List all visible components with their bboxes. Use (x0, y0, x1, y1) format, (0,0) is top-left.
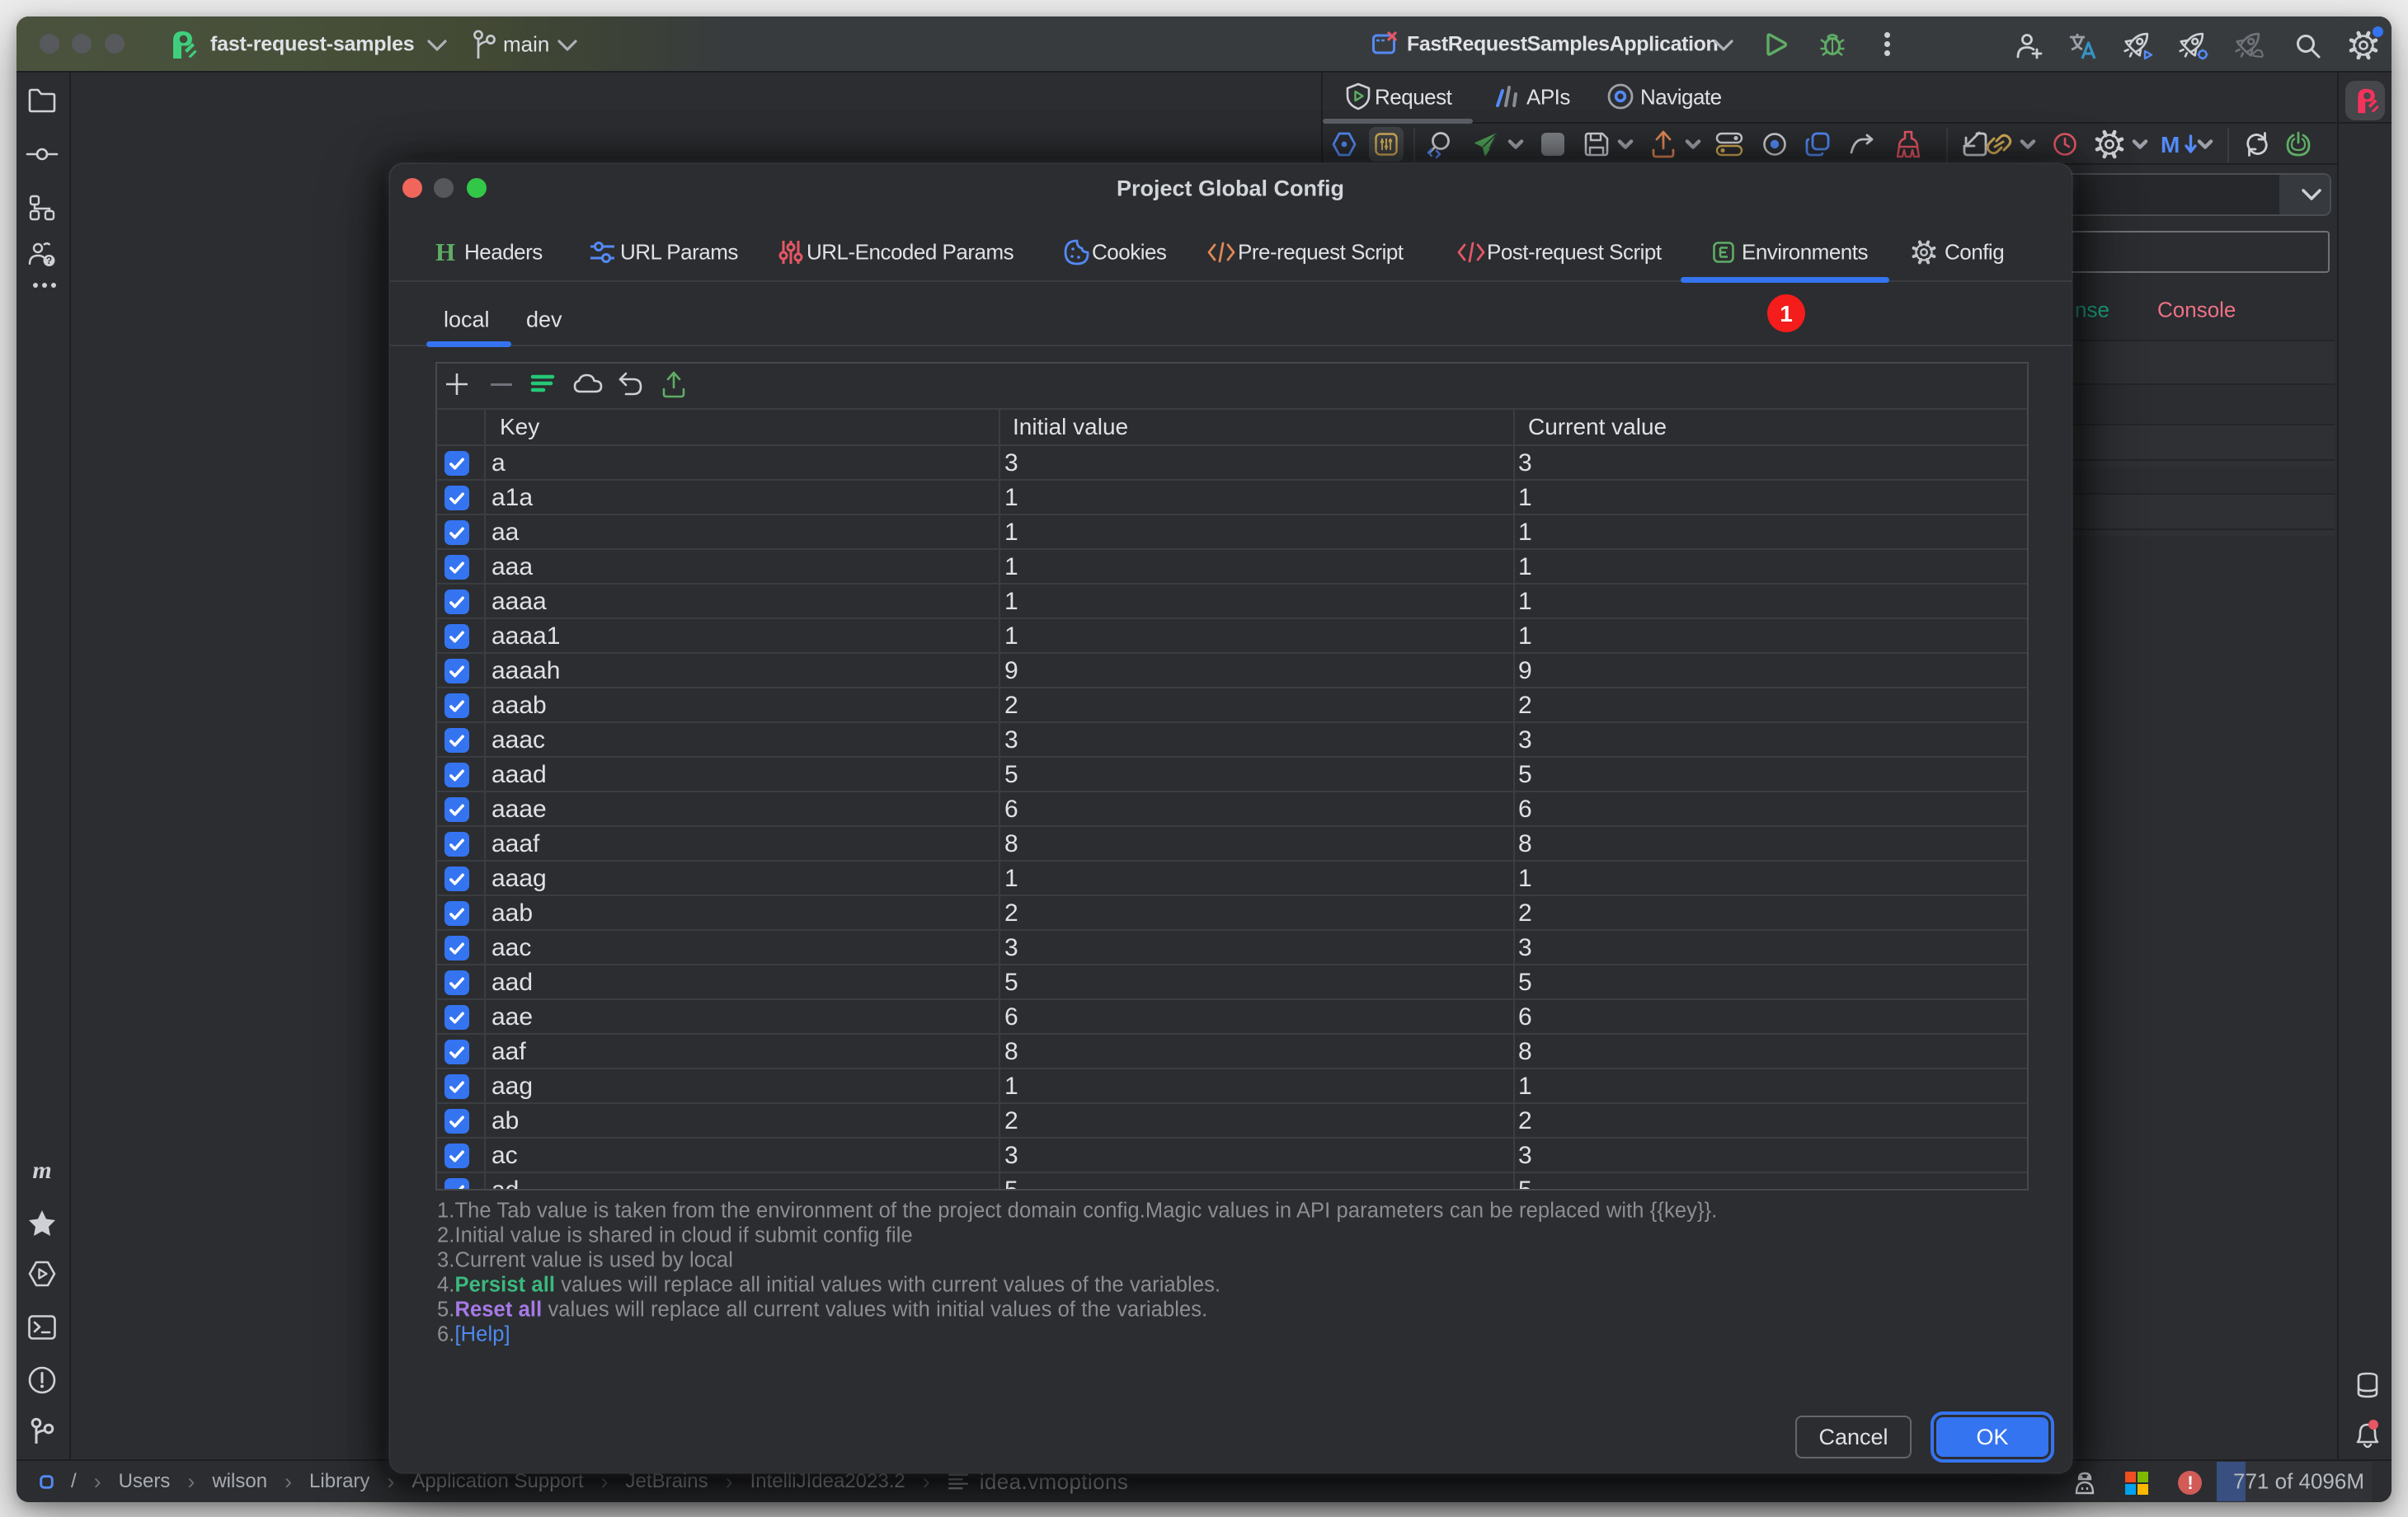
svg-text:?: ? (46, 255, 52, 266)
